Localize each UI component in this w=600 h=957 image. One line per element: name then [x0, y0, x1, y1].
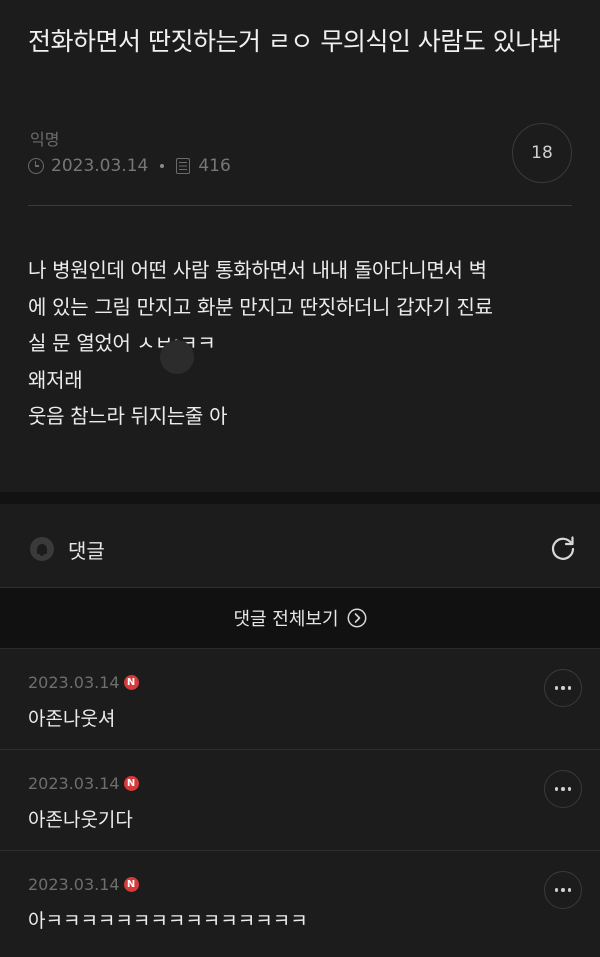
post-views: 416	[198, 156, 231, 176]
view-all-comments-button[interactable]: 댓글 전체보기	[0, 588, 600, 649]
post-title: 전화하면서 딴짓하는거 ㄹㅇ 무의식인 사람도 있나봐	[28, 27, 561, 56]
comment-item: 2023.03.14 N 아ㅋㅋㅋㅋㅋㅋㅋㅋㅋㅋㅋㅋㅋㅋㅋ	[0, 851, 600, 957]
comment-date-text: 2023.03.14	[28, 774, 120, 793]
post-body-line: 실 문 열었어 ㅅㅂ;ㅋㅋ	[28, 331, 216, 355]
more-dots-icon[interactable]	[544, 669, 582, 707]
comments-label: 댓글	[68, 539, 105, 563]
refresh-icon[interactable]	[549, 534, 577, 562]
bell-icon[interactable]	[30, 537, 54, 561]
comment-date-text: 2023.03.14	[28, 875, 120, 894]
post-meta: 2023.03.14 416	[28, 153, 231, 179]
post-body-line: 웃음 참느라 뒤지는줄 아	[28, 404, 228, 428]
comment-count-badge[interactable]: 18	[512, 123, 572, 183]
post-author: 익명	[30, 130, 60, 149]
clock-icon	[28, 158, 44, 174]
chevron-right-circle-icon	[347, 608, 366, 628]
comment-text: 아ㅋㅋㅋㅋㅋㅋㅋㅋㅋㅋㅋㅋㅋㅋㅋ	[28, 910, 308, 932]
post-date: 2023.03.14	[51, 156, 149, 176]
comment-text: 아존나웃기다	[28, 809, 133, 831]
comment-date: 2023.03.14 N	[28, 673, 139, 692]
more-dots-icon[interactable]	[544, 770, 582, 808]
comment-date: 2023.03.14 N	[28, 875, 139, 894]
post-body-line: 나 병원인데 어떤 사람 통화하면서 내내 돌아다니면서 벽	[28, 258, 487, 282]
comment-date-text: 2023.03.14	[28, 673, 120, 692]
blur-overlay	[160, 340, 194, 374]
post-body-line: 왜저래	[28, 367, 83, 392]
more-dots-icon[interactable]	[544, 871, 582, 909]
new-badge: N	[123, 877, 139, 892]
view-all-label: 댓글 전체보기	[233, 609, 339, 630]
post-body-line: 에 있는 그림 만지고 화분 만지고 딴짓하더니 갑자기 진료	[28, 294, 493, 319]
document-icon	[176, 158, 191, 174]
comment-item: 2023.03.14 N 아존나웃셔	[0, 649, 600, 750]
divider	[28, 205, 572, 206]
comment-item: 2023.03.14 N 아존나웃기다	[0, 750, 600, 851]
comment-text: 아존나웃셔	[28, 708, 116, 730]
new-badge: N	[123, 776, 139, 791]
new-badge: N	[123, 675, 139, 690]
comments-header: 댓글	[0, 504, 600, 588]
post-card: 전화하면서 딴짓하는거 ㄹㅇ 무의식인 사람도 있나봐 익명 2023.03.1…	[0, 0, 600, 492]
comment-date: 2023.03.14 N	[28, 774, 139, 793]
section-gap	[0, 492, 600, 504]
post-body: 나 병원인데 어떤 사람 통화하면서 내내 돌아다니면서 벽 에 있는 그림 만…	[28, 252, 578, 435]
separator-dot	[160, 164, 165, 168]
